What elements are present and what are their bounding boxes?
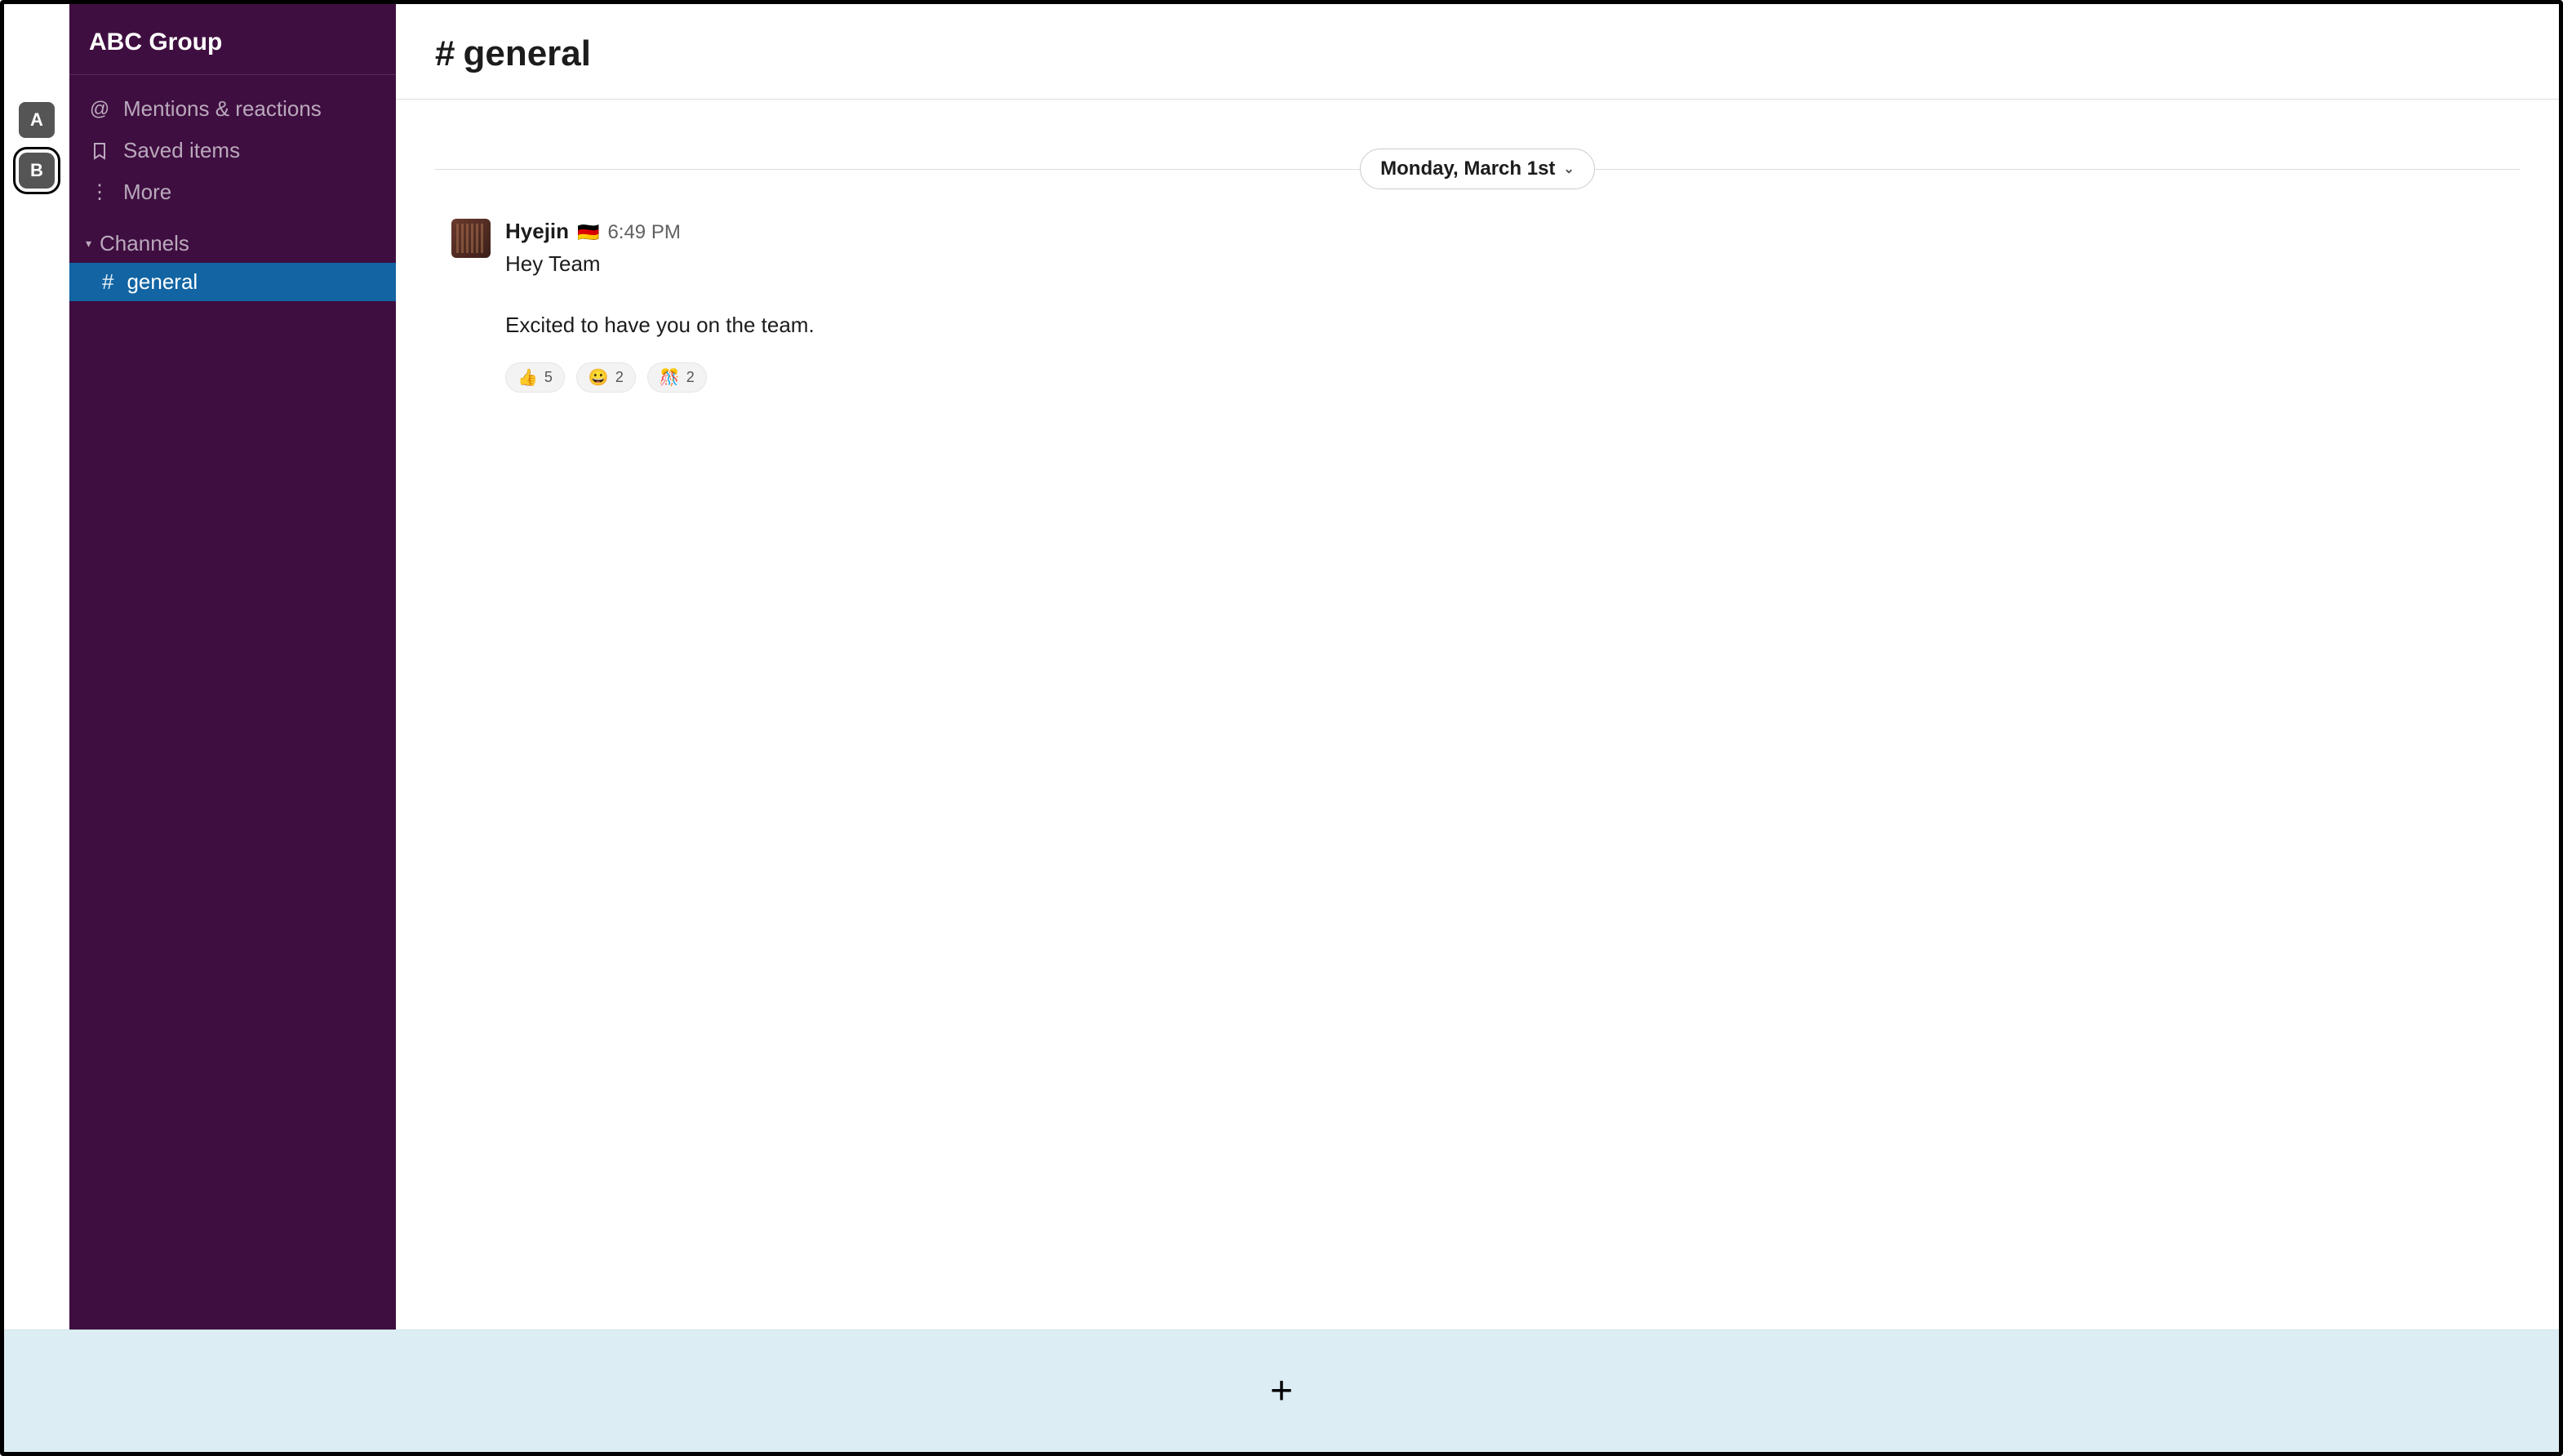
reactions: 👍 5 😀 2 🎊 2 [505, 362, 2520, 393]
avatar[interactable] [451, 219, 491, 258]
chevron-down-icon: ⌄ [1563, 161, 1574, 177]
channels-header-label: Channels [100, 231, 189, 256]
reaction-thumbs-up[interactable]: 👍 5 [505, 362, 565, 393]
more-vertical-icon: ⋮ [89, 180, 110, 204]
bookmark-icon [89, 142, 110, 160]
workspace-letter: A [30, 109, 43, 131]
app-frame: A B ABC Group @ Mentions & reactions [0, 0, 2563, 1456]
channel-item-general[interactable]: # general [69, 263, 396, 301]
sidebar-item-label: Saved items [123, 138, 240, 163]
top-area: A B ABC Group @ Mentions & reactions [4, 4, 2559, 1329]
flag-icon: 🇩🇪 [577, 222, 599, 243]
grinning-icon: 😀 [589, 367, 609, 388]
channel-name: general [463, 33, 591, 74]
sidebar-item-label: More [123, 180, 171, 205]
sidebar: ABC Group @ Mentions & reactions Saved i… [69, 4, 396, 1329]
reaction-count: 5 [544, 369, 553, 386]
confetti-icon: 🎊 [660, 367, 680, 388]
channels-section-header[interactable]: ▾ Channels [69, 216, 396, 263]
sidebar-nav: @ Mentions & reactions Saved items ⋮ Mor… [69, 75, 396, 216]
sidebar-item-mentions[interactable]: @ Mentions & reactions [69, 88, 396, 130]
channel-title[interactable]: # general [435, 33, 2520, 74]
date-label: Monday, March 1st [1380, 158, 1555, 180]
reaction-count: 2 [686, 369, 695, 386]
channel-name: general [127, 269, 198, 295]
workspace-name: ABC Group [89, 29, 376, 56]
message-author[interactable]: Hyejin [505, 219, 569, 244]
thumbs-up-icon: 👍 [517, 367, 538, 388]
reaction-count: 2 [615, 369, 624, 386]
workspace-switcher-b[interactable]: B [19, 153, 55, 189]
hash-icon: # [102, 269, 113, 295]
message-area: Monday, March 1st ⌄ Hyejin 🇩🇪 6:49 PM He… [396, 100, 2559, 1329]
message: Hyejin 🇩🇪 6:49 PM Hey Team Excited to ha… [451, 219, 2520, 393]
date-divider: Monday, March 1st ⌄ [435, 149, 2520, 189]
hash-icon: # [435, 33, 455, 74]
date-pill[interactable]: Monday, March 1st ⌄ [1360, 149, 1595, 189]
main: # general Monday, March 1st ⌄ Hyejin [396, 4, 2559, 1329]
reaction-grinning[interactable]: 😀 2 [576, 362, 636, 393]
message-header: Hyejin 🇩🇪 6:49 PM [505, 219, 2520, 244]
message-text: Hey Team Excited to have you on the team… [505, 249, 2520, 341]
message-timestamp[interactable]: 6:49 PM [607, 221, 680, 244]
sidebar-item-more[interactable]: ⋮ More [69, 171, 396, 213]
channel-header: # general [396, 4, 2559, 100]
message-body: Hyejin 🇩🇪 6:49 PM Hey Team Excited to ha… [505, 219, 2520, 393]
workspace-rail: A B [4, 4, 69, 1329]
compose-bar[interactable]: + [4, 1329, 2559, 1452]
reaction-confetti[interactable]: 🎊 2 [647, 362, 707, 393]
workspace-letter: B [30, 160, 43, 181]
workspace-switcher-a[interactable]: A [19, 102, 55, 138]
sidebar-item-saved[interactable]: Saved items [69, 130, 396, 171]
sidebar-item-label: Mentions & reactions [123, 96, 322, 122]
plus-icon: + [1270, 1372, 1293, 1411]
at-icon: @ [89, 98, 110, 121]
caret-down-icon: ▾ [86, 237, 91, 251]
workspace-header[interactable]: ABC Group [69, 12, 396, 75]
